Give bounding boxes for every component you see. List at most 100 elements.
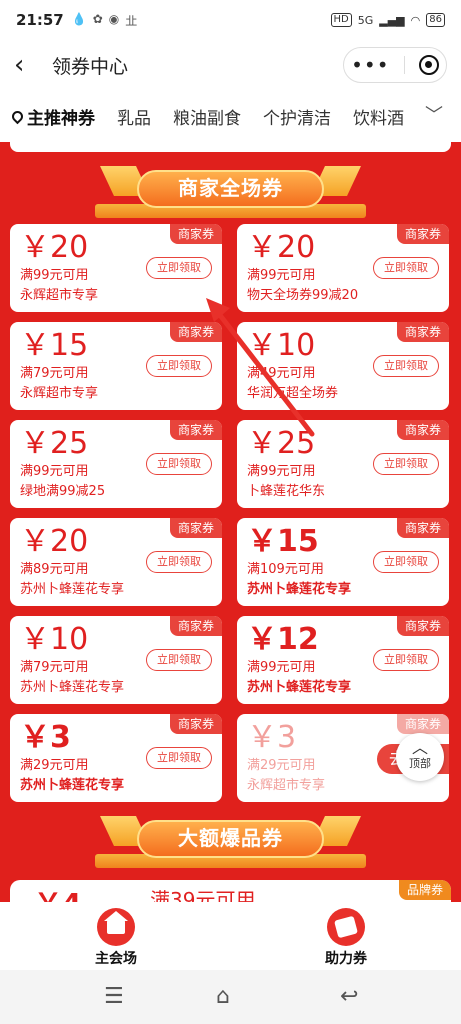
coupon-amount: ￥25 — [20, 426, 89, 461]
coupon-store: 卜蜂莲花华东 — [247, 484, 326, 499]
chevron-up-icon: ︿ — [411, 738, 428, 757]
bottom-tab-bar: 主会场 助力券 — [0, 902, 461, 970]
coupon-tag: 商家券 — [397, 518, 449, 538]
back-to-top-label: 顶部 — [409, 757, 431, 770]
tab-dairy[interactable]: 乳品 — [117, 104, 151, 129]
coupon-card[interactable]: 商家券 ￥15 满79元可用 永辉超市专享 立即领取 — [10, 322, 222, 410]
tab-personal-care[interactable]: 个护清洁 — [263, 104, 331, 129]
coupon-tag: 商家券 — [170, 518, 222, 538]
section-title: 大额爆品券 — [178, 826, 283, 850]
wifi-icon: ◠ — [410, 13, 421, 27]
back-to-top-button[interactable]: ︿ 顶部 — [396, 733, 444, 781]
coupon-tag: 品牌券 — [399, 880, 451, 900]
system-navigation-bar: ☰ ⌂ ↩ — [0, 970, 461, 1024]
tab-assist-coupon[interactable]: 助力券 — [306, 908, 386, 968]
coupon-card[interactable]: 商家券 ￥15 满109元可用 苏州卜蜂莲花专享 立即领取 — [237, 518, 449, 606]
coupon-card[interactable]: 商家券 ￥20 满99元可用 永辉超市专享 立即领取 — [10, 224, 222, 312]
back-nav-icon[interactable]: ↩ — [340, 984, 358, 1009]
coupon-tag: 商家券 — [170, 420, 222, 440]
coupon-tag: 商家券 — [170, 616, 222, 636]
notification-icon: 💧 — [71, 11, 87, 26]
claim-button[interactable]: 立即领取 — [373, 649, 439, 671]
claim-button[interactable]: 立即领取 — [146, 649, 212, 671]
coupon-amount: ￥15 — [247, 524, 319, 559]
coupon-card[interactable]: 商家券 ￥25 满99元可用 卜蜂莲花华东 立即领取 — [237, 420, 449, 508]
claim-button[interactable]: 立即领取 — [373, 453, 439, 475]
claim-button[interactable]: 立即领取 — [373, 355, 439, 377]
coupon-condition: 满99元可用 — [20, 268, 89, 283]
coupon-store: 苏州卜蜂莲花专享 — [247, 680, 352, 695]
location-pin-icon — [9, 108, 26, 124]
coupon-condition: 满99元可用 — [247, 660, 316, 675]
coupon-condition: 满39元可用 — [150, 888, 256, 902]
tab-main-venue[interactable]: 主会场 — [76, 908, 156, 968]
coupon-amount: ￥20 — [247, 230, 316, 265]
more-dots-icon[interactable]: ••• — [351, 55, 389, 75]
chevron-down-icon[interactable]: ﹀ — [417, 102, 451, 130]
tab-label: 助力券 — [325, 951, 367, 967]
claim-button[interactable]: 立即领取 — [146, 747, 212, 769]
hd-icon: HD — [330, 13, 352, 27]
menu-icon[interactable]: ☰ — [104, 984, 124, 1009]
home-nav-icon[interactable]: ⌂ — [216, 984, 230, 1009]
coupon-card[interactable]: 商家券 ￥12 满99元可用 苏州卜蜂莲花专享 立即领取 — [237, 616, 449, 704]
coupon-area: 商家全场券 商家券 ￥20 满99元可用 永辉超市专享 立即领取 商家券 ￥20… — [0, 142, 461, 902]
coupon-store: 永辉超市专享 — [20, 288, 99, 303]
tab-drinks[interactable]: 饮料酒 — [353, 104, 404, 129]
coupon-card[interactable]: 商家券 ￥10 满49元可用 华润万超全场券 立即领取 — [237, 322, 449, 410]
tab-label: 主推神券 — [27, 108, 95, 129]
coupon-tag: 商家券 — [397, 224, 449, 244]
coupon-store: 华润万超全场券 — [247, 386, 339, 401]
claim-button[interactable]: 立即领取 — [146, 257, 212, 279]
mini-program-capsule: ••• — [343, 47, 447, 83]
coupon-amount: ￥20 — [20, 524, 89, 559]
claim-button[interactable]: 立即领取 — [373, 257, 439, 279]
notification-icon: ◉ — [108, 11, 120, 26]
coupon-amount: ￥3 — [247, 720, 297, 755]
tab-main-coupons[interactable]: 主推神券 — [9, 104, 95, 129]
coupon-card[interactable]: 商家券 ￥20 满89元可用 苏州卜蜂莲花专享 立即领取 — [10, 518, 222, 606]
coupon-store: 苏州卜蜂莲花专享 — [247, 582, 352, 597]
coupon-condition: 满89元可用 — [20, 562, 89, 577]
coupon-condition: 满99元可用 — [20, 464, 89, 479]
ticket-shape — [334, 915, 358, 939]
claim-button[interactable]: 立即领取 — [373, 551, 439, 573]
ticket-icon — [327, 908, 365, 946]
coupon-condition: 满109元可用 — [247, 562, 324, 577]
status-notification-icons: 💧 ✿ ◉ 㐀 — [72, 12, 138, 29]
coupon-store: 绿地满99减25 — [20, 484, 106, 499]
coupon-tag: 商家券 — [397, 322, 449, 342]
coupon-card[interactable]: 商家券 ￥10 满79元可用 苏州卜蜂莲花专享 立即领取 — [10, 616, 222, 704]
section-header-merchant: 商家全场券 — [95, 160, 366, 218]
coupon-amount: ￥25 — [247, 426, 316, 461]
claim-button[interactable]: 立即领取 — [146, 551, 212, 573]
navigation-bar: ‹ 领券中心 ••• — [0, 40, 461, 90]
chevron-left-icon[interactable]: ‹ — [14, 52, 40, 78]
coupon-tag: 商家券 — [170, 322, 222, 342]
status-time: 21:57 — [16, 11, 64, 29]
tab-grain-oil[interactable]: 粮油副食 — [173, 104, 241, 129]
coupon-tag: 商家券 — [170, 224, 222, 244]
category-tabs: 主推神券 乳品 粮油副食 个护清洁 饮料酒 ﹀ — [0, 90, 461, 142]
section-header-big-deals: 大额爆品券 — [95, 810, 366, 868]
coupon-store: 物天全场券99减20 — [247, 288, 359, 303]
coupon-condition: 满49元可用 — [247, 366, 316, 381]
coupon-amount: ￥12 — [247, 622, 319, 657]
coupon-store: 永辉超市专享 — [247, 778, 326, 793]
target-icon[interactable] — [418, 55, 439, 75]
coupon-condition: 满99元可用 — [247, 464, 316, 479]
coupon-card[interactable]: 商家券 ￥3 满29元可用 苏州卜蜂莲花专享 立即领取 — [10, 714, 222, 802]
claim-button[interactable]: 立即领取 — [146, 453, 212, 475]
coupon-card[interactable]: 商家券 ￥20 满99元可用 物天全场券99减20 立即领取 — [237, 224, 449, 312]
claim-button[interactable]: 立即领取 — [146, 355, 212, 377]
capsule-divider — [403, 56, 405, 74]
signal-icon: ▂▄▆ — [379, 13, 405, 27]
brand-coupon-card[interactable]: ￥4 满39元可用 品牌券 — [10, 880, 451, 902]
section-title: 商家全场券 — [178, 176, 283, 200]
coupon-tag: 商家券 — [397, 714, 449, 734]
coupon-amount: ￥10 — [20, 622, 89, 657]
notification-icon: 㐀 — [125, 13, 138, 28]
coupon-tag: 商家券 — [170, 714, 222, 734]
coupon-store: 苏州卜蜂莲花专享 — [20, 778, 125, 793]
coupon-card[interactable]: 商家券 ￥25 满99元可用 绿地满99减25 立即领取 — [10, 420, 222, 508]
